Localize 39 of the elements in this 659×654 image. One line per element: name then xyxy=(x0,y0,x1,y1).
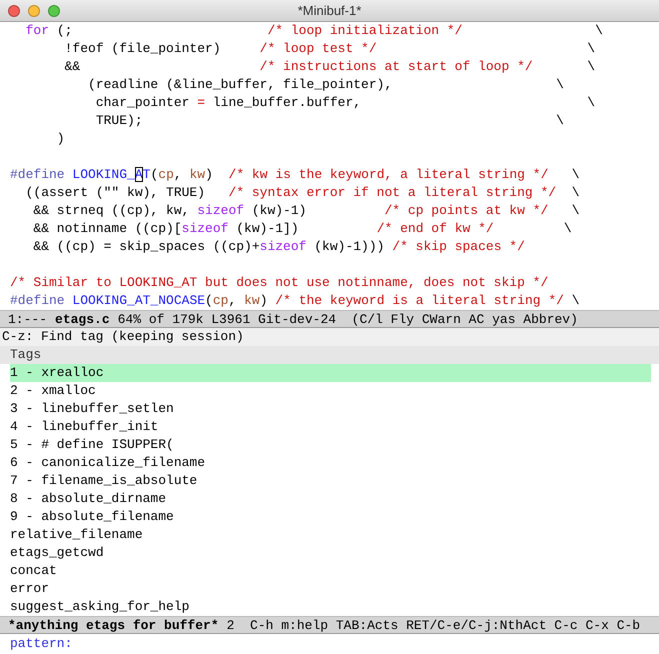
code-line: TRUE); \ xyxy=(94,112,565,130)
mode-line-buffer: *anything etags for buffer* xyxy=(8,617,219,633)
tag-item[interactable]: 3 - linebuffer_setlen xyxy=(10,400,651,418)
mode-line-info: 64% of 179k L3961 Git-dev-24 (C/l Fly CWarn AC yas Abbrev) xyxy=(118,311,578,327)
tags-header: Tags xyxy=(0,346,659,364)
code-line: && strneq ((cp), kw, sizeof (kw)-1) /* cp points at kw */ \ xyxy=(32,202,581,220)
zoom-icon[interactable] xyxy=(48,4,60,16)
minimize-icon[interactable] xyxy=(28,4,40,16)
code-line: ) xyxy=(56,130,66,148)
code-line: (readline (&line_buffer, file_pointer), \ xyxy=(87,76,565,94)
tag-item[interactable]: etags_getcwd xyxy=(10,544,651,562)
tag-item[interactable]: 8 - absolute_dirname xyxy=(10,490,651,508)
tag-item[interactable]: 9 - absolute_filename xyxy=(10,508,651,526)
minibuffer-prompt: C-z: Find tag (keeping session) xyxy=(0,328,659,346)
code-line: #define LOOKING_AT_NOCASE(cp, kw) /* the keyword is a literal string */ \ xyxy=(10,292,581,310)
tag-item[interactable]: relative_filename xyxy=(10,526,651,544)
tag-item[interactable]: suggest_asking_for_help xyxy=(10,598,651,616)
tag-item[interactable]: 7 - filename_is_absolute xyxy=(10,472,651,490)
code-line: && ((cp) = skip_spaces ((cp)+sizeof (kw)-1))) /* skip spaces */ xyxy=(32,238,526,256)
code-line: char_pointer = line_buffer.buffer, \ xyxy=(94,94,596,112)
code-line: && /* instructions at start of loop */ \ xyxy=(64,58,596,76)
tag-item[interactable]: 5 - # define ISUPPER( xyxy=(10,436,651,454)
code-line: && notinname ((cp)[sizeof (kw)-1]) /* end of kw */ \ xyxy=(32,220,573,238)
tag-item[interactable]: concat xyxy=(10,562,651,580)
tag-item[interactable]: 6 - canonicalize_filename xyxy=(10,454,651,472)
close-icon[interactable] xyxy=(8,4,20,16)
pattern-prompt[interactable]: pattern: xyxy=(0,634,659,654)
code-line: for (; /* loop initialization */ \ xyxy=(24,22,604,40)
mode-line-status: 1:--- xyxy=(8,311,48,327)
mode-line-info: 2 C-h m:help TAB:Acts RET/C-e/C-j:NthAct C-c C-x C-b xyxy=(226,617,640,633)
code-line: /* Similar to LOOKING_AT but does not use notinname, does not skip */ xyxy=(10,274,550,292)
mode-line-buffer: etags.c xyxy=(55,311,110,327)
tag-item[interactable]: error xyxy=(10,580,651,598)
tag-item[interactable]: 1 - xrealloc xyxy=(10,364,651,382)
code-line: !feof (file_pointer) /* loop test */ \ xyxy=(64,40,596,58)
tag-item[interactable]: 2 - xmalloc xyxy=(10,382,651,400)
tag-item[interactable]: 4 - linebuffer_init xyxy=(10,418,651,436)
code-line: ((assert ("" kw), TRUE) /* syntax error if not a literal string */ \ xyxy=(24,184,580,202)
window-title: *Minibuf-1* xyxy=(298,3,362,18)
